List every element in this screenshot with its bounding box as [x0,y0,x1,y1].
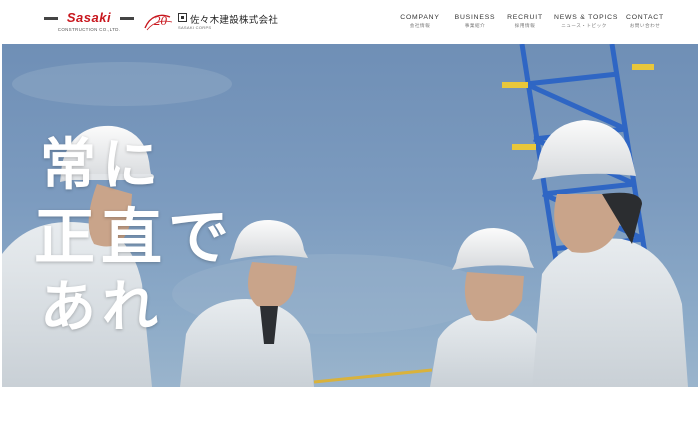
logo-bar-right [120,17,134,20]
nav-label: BUSINESS [454,14,496,21]
hero-slogan-line3: あれ [40,275,164,340]
nav-business[interactable]: BUSINESS 事業紹介 [452,13,498,35]
company-subname: SASAKI CORPS [178,25,212,30]
logo-tagline: CONSTRUCTION CO.,LTD. [57,27,121,32]
nav-recruit[interactable]: RECRUIT 採用情報 [505,13,545,35]
nav-label: CONTACT [626,14,664,21]
nav-label: RECRUIT [507,14,543,21]
nav-sublabel: お問い合わせ [629,24,661,29]
content-area [0,387,700,440]
hero-slogan-line1: 常に [40,133,164,198]
site-header: Sasaki CONSTRUCTION CO.,LTD. 20 佐々木建設株式会… [0,0,700,44]
anniversary-number: 20 [154,13,168,28]
nav-sublabel: 採用情報 [514,24,536,29]
nav-contact[interactable]: CONTACT お問い合わせ [624,13,666,35]
nav-sublabel: 事業紹介 [464,24,486,29]
hero-slogan-line2: 正直で [34,202,236,273]
nav-sublabel: ニュース・トピック [561,24,607,29]
sasaki-logo[interactable]: Sasaki CONSTRUCTION CO.,LTD. [44,11,134,37]
anniversary-emblem-icon: 20 [142,9,174,33]
nav-company[interactable]: COMPANY 会社情報 [398,13,442,35]
nav-label: NEWS & TOPICS [554,14,619,21]
nav-news-topics[interactable]: NEWS & TOPICS ニュース・トピック [554,13,619,35]
nav-label: COMPANY [400,14,440,21]
nav-sublabel: 会社情報 [409,24,431,29]
company-name: 佐々木建設株式会社 [190,15,279,26]
company-mark-icon [178,13,187,22]
